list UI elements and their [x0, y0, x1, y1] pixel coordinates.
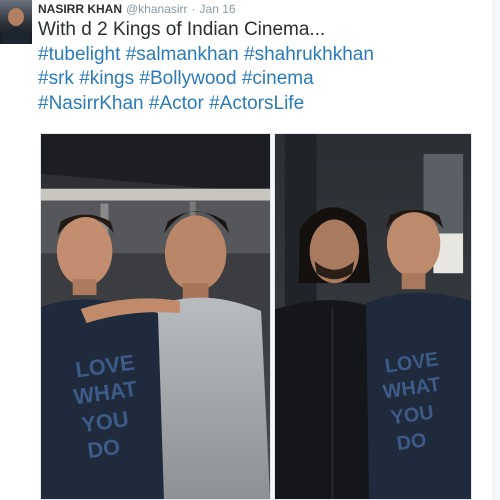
author-handle[interactable]: @khanasirr — [126, 2, 188, 16]
page-gutter — [492, 0, 500, 500]
hashtag-line: #tubelight #salmankhan #shahrukhkhan — [38, 43, 493, 68]
hashtag-link[interactable]: #NasirrKhan — [38, 93, 144, 114]
shirt-print-left-4: DO — [86, 434, 122, 463]
hashtag-link[interactable]: #ActorsLife — [209, 93, 304, 114]
tweet-text: With d 2 Kings of Indian Cinema... #tube… — [38, 18, 493, 116]
photo-right[interactable]: LOVE WHAT YOU DO — [274, 133, 472, 500]
tweet: NASIRR KHAN @khanasirr · Jan 16 With d 2 Ki… — [0, 0, 500, 500]
tweet-media: LOVE WHAT YOU DO LOVE WHAT YOU DO — [40, 133, 472, 500]
author-avatar[interactable] — [0, 0, 32, 44]
hashtag-link[interactable]: #kings — [79, 68, 134, 89]
hashtag-link[interactable]: #srk — [38, 68, 74, 89]
hashtag-link[interactable]: #Actor — [149, 93, 204, 114]
hashtag-link[interactable]: #tubelight — [38, 44, 120, 65]
author-name[interactable]: NASIRR KHAN — [38, 2, 122, 16]
avatar-face — [8, 8, 24, 26]
tweet-text-line: With d 2 Kings of Indian Cinema... — [38, 19, 326, 40]
photo-left-image: LOVE WHAT YOU DO — [41, 134, 270, 499]
hashtag-link[interactable]: #Bollywood — [139, 68, 236, 89]
avatar-shoulders — [1, 28, 31, 44]
tweet-header: NASIRR KHAN @khanasirr · Jan 16 — [38, 1, 236, 17]
hashtag-link[interactable]: #cinema — [242, 68, 314, 89]
header-separator: · — [191, 2, 196, 16]
hashtag-line: #NasirrKhan #Actor #ActorsLife — [38, 92, 493, 117]
hashtag-link[interactable]: #salmankhan — [126, 44, 239, 65]
hashtag-link[interactable]: #shahrukhkhan — [244, 44, 374, 65]
shirt-print-right-4: DO — [395, 429, 427, 455]
photo-right-image: LOVE WHAT YOU DO — [275, 134, 471, 499]
photo-left[interactable]: LOVE WHAT YOU DO — [40, 133, 271, 500]
hashtag-line: #srk #kings #Bollywood #cinema — [38, 67, 493, 92]
tweet-date[interactable]: Jan 16 — [200, 2, 236, 16]
